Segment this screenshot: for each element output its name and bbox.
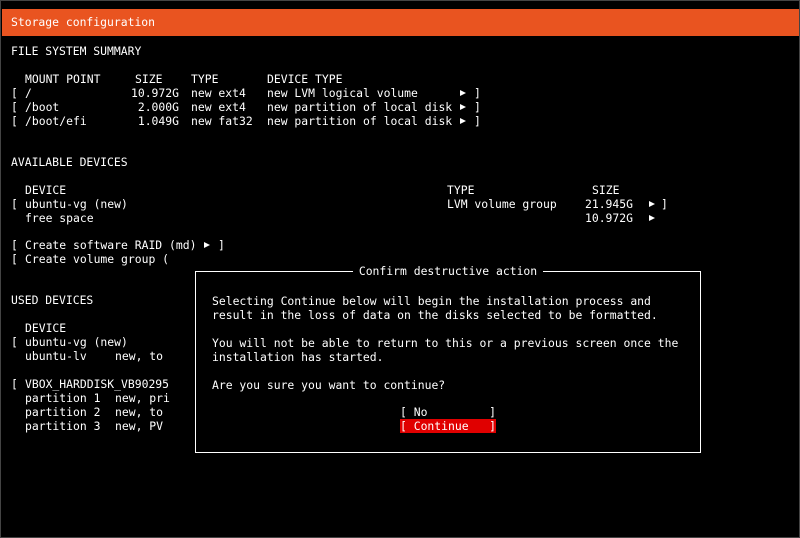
triangle-right-icon bbox=[460, 86, 466, 100]
title-bar: Storage configuration bbox=[2, 9, 799, 36]
used-vg-name: ubuntu-vg (new) bbox=[25, 335, 128, 349]
fs-row-type: new ext4 bbox=[191, 100, 246, 114]
triangle-right-icon bbox=[204, 238, 210, 252]
used-header-device: DEVICE bbox=[25, 321, 67, 335]
used-lv-name: ubuntu-lv bbox=[25, 349, 87, 363]
fs-row-mount: /boot/efi bbox=[25, 114, 87, 128]
partition-info: new, to bbox=[115, 405, 164, 419]
dialog-message-line: Selecting Continue below will begin the … bbox=[212, 294, 651, 308]
available-devices-heading: AVAILABLE DEVICES bbox=[11, 155, 128, 169]
fs-summary-heading: FILE SYSTEM SUMMARY bbox=[11, 44, 142, 58]
continue-button[interactable]: [ Continue ] bbox=[400, 419, 497, 433]
triangle-right-icon bbox=[460, 114, 466, 128]
dialog-message-line: installation has started. bbox=[212, 350, 384, 364]
row-bracket-open: [ bbox=[11, 238, 18, 252]
dialog-title-text: Confirm destructive action bbox=[352, 264, 544, 278]
used-lv-info: new, to bbox=[115, 349, 164, 363]
create-volume-group-label: Create volume group ( bbox=[25, 252, 170, 266]
row-bracket-close: ] bbox=[661, 197, 668, 211]
free-space-label: free space bbox=[25, 211, 94, 225]
partition-info: new, pri bbox=[115, 391, 170, 405]
row-bracket-open: [ bbox=[11, 377, 18, 391]
fs-header-size: SIZE bbox=[135, 72, 163, 86]
fs-row-mount: /boot bbox=[25, 100, 60, 114]
partition-name: partition 1 bbox=[25, 391, 101, 405]
fs-row-mount: / bbox=[25, 86, 32, 100]
used-disk-name: VBOX_HARDDISK_VB90295 bbox=[25, 377, 170, 391]
create-raid-label: Create software RAID (md) bbox=[25, 238, 197, 252]
dialog-title: Confirm destructive action bbox=[196, 264, 700, 278]
fs-row-bracket-open: [ bbox=[11, 86, 18, 100]
available-header-size: SIZE bbox=[592, 183, 620, 197]
row-bracket-open: [ bbox=[11, 197, 18, 211]
installer-screen: Storage configuration FILE SYSTEM SUMMAR… bbox=[0, 0, 800, 538]
fs-header-type: TYPE bbox=[191, 72, 219, 86]
dialog-message-line: result in the loss of data on the disks … bbox=[212, 308, 658, 322]
fs-row-bracket-close: ] bbox=[474, 86, 481, 100]
available-header-type: TYPE bbox=[447, 183, 475, 197]
fs-row-bracket-close: ] bbox=[474, 114, 481, 128]
row-bracket-close: ] bbox=[218, 238, 225, 252]
fs-row-type: new fat32 bbox=[191, 114, 253, 128]
available-vg-name: ubuntu-vg (new) bbox=[25, 197, 128, 211]
fs-row-bracket-close: ] bbox=[474, 100, 481, 114]
fs-row-size: 2.000G bbox=[137, 100, 179, 114]
page-title: Storage configuration bbox=[11, 15, 156, 29]
dialog-question: Are you sure you want to continue? bbox=[212, 378, 446, 392]
fs-header-device-type: DEVICE TYPE bbox=[267, 72, 343, 86]
fs-row-device-type: new LVM logical volume bbox=[267, 86, 418, 100]
triangle-right-icon bbox=[649, 211, 655, 225]
row-bracket-open: [ bbox=[11, 335, 18, 349]
available-vg-type: LVM volume group bbox=[447, 197, 557, 211]
available-vg-size: 21.945G bbox=[584, 197, 633, 211]
confirm-dialog: Confirm destructive action Selecting Con… bbox=[195, 264, 701, 453]
free-space-size: 10.972G bbox=[584, 211, 633, 225]
partition-name: partition 3 bbox=[25, 419, 101, 433]
fs-row-type: new ext4 bbox=[191, 86, 246, 100]
triangle-right-icon bbox=[460, 100, 466, 114]
fs-row-bracket-open: [ bbox=[11, 114, 18, 128]
row-bracket-open: [ bbox=[11, 252, 18, 266]
partition-info: new, PV bbox=[115, 419, 164, 433]
no-button[interactable]: [ No ] bbox=[400, 405, 496, 419]
fs-row-device-type: new partition of local disk bbox=[267, 100, 453, 114]
dialog-message-line: You will not be able to return to this o… bbox=[212, 336, 679, 350]
fs-row-size: 10.972G bbox=[130, 86, 179, 100]
fs-row-size: 1.049G bbox=[137, 114, 179, 128]
triangle-right-icon bbox=[649, 197, 655, 211]
fs-row-bracket-open: [ bbox=[11, 100, 18, 114]
partition-name: partition 2 bbox=[25, 405, 101, 419]
available-header-device: DEVICE bbox=[25, 183, 67, 197]
used-devices-heading: USED DEVICES bbox=[11, 293, 94, 307]
fs-row-device-type: new partition of local disk bbox=[267, 114, 453, 128]
fs-header-mount-point: MOUNT POINT bbox=[25, 72, 101, 86]
